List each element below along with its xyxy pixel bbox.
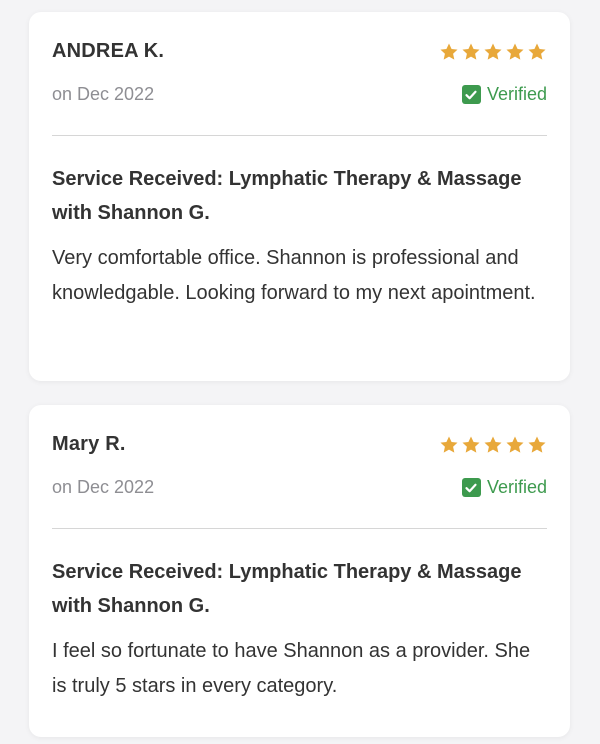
star-icon [527, 435, 547, 455]
star-icon [505, 435, 525, 455]
divider [52, 135, 547, 136]
star-icon [439, 42, 459, 62]
star-rating [439, 42, 547, 62]
review-date: on Dec 2022 [52, 477, 155, 497]
star-icon [483, 42, 503, 62]
checkmark-icon [461, 85, 481, 104]
verified-badge: Verified [461, 477, 547, 498]
star-icon [527, 42, 547, 62]
service-received: Service Received: Lymphatic Therapy & Ma… [52, 561, 522, 617]
review-date: on Dec 2022 [52, 84, 155, 104]
star-rating [439, 435, 547, 455]
divider [52, 528, 547, 529]
reviewer-name: Mary R. [52, 433, 126, 455]
review-card: ANDREA K. on Dec 2022 Verified Service R… [29, 12, 570, 381]
star-icon [461, 42, 481, 62]
service-received: Service Received: Lymphatic Therapy & Ma… [52, 168, 522, 224]
review-text: I feel so fortunate to have Shannon as a… [52, 640, 531, 697]
review-text: Very comfortable office. Shannon is prof… [52, 247, 536, 304]
star-icon [483, 435, 503, 455]
star-icon [461, 435, 481, 455]
checkmark-icon [461, 478, 481, 497]
star-icon [505, 42, 525, 62]
star-icon [439, 435, 459, 455]
reviewer-name: ANDREA K. [52, 40, 165, 62]
verified-badge: Verified [461, 84, 547, 105]
verified-label: Verified [486, 477, 547, 497]
verified-label: Verified [486, 84, 547, 104]
review-card: Mary R. on Dec 2022 Verified Service Rec… [29, 405, 570, 737]
